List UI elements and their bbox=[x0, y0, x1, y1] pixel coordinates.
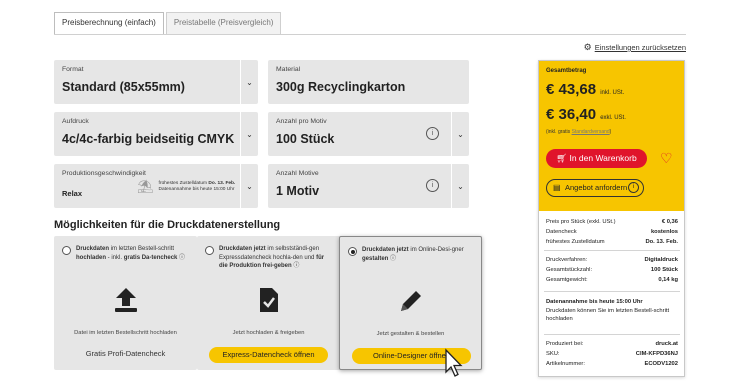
produktion-label: Produktionsgeschwindigkeit bbox=[62, 170, 146, 177]
gear-icon: ⚙ bbox=[583, 42, 592, 52]
chevron-down-icon: ⌄ bbox=[451, 164, 469, 208]
express-datencheck-button[interactable]: Express-Datencheck öffnen bbox=[209, 347, 328, 363]
gesamtbetrag-label: Gesamtbetrag bbox=[546, 68, 587, 74]
divider bbox=[544, 250, 680, 251]
anzahl-motive-label: Anzahl Motive bbox=[276, 170, 319, 177]
shipping-note: (inkl. gratis Standardversand) bbox=[546, 129, 612, 135]
mouse-cursor-icon bbox=[444, 348, 464, 383]
tab-preistabelle[interactable]: Preistabelle (Preisvergleich) bbox=[165, 12, 282, 34]
radio-upload[interactable] bbox=[62, 246, 71, 255]
section-title: Möglichkeiten für die Druckdatenerstellu… bbox=[54, 219, 281, 231]
option-card-express[interactable]: Druckdaten jetzt im selbstständi-gen Exp… bbox=[197, 236, 340, 370]
reset-settings-label: Einstellungen zurücksetzen bbox=[594, 43, 686, 52]
option-description: Druckdaten jetzt im selbstständi-gen Exp… bbox=[219, 246, 325, 269]
heart-icon[interactable]: ♡ bbox=[660, 149, 673, 167]
option-caption: Jetzt gestalten & bestellen bbox=[376, 331, 445, 337]
chevron-down-icon: ⌄ bbox=[240, 112, 258, 156]
detail-row: Artikelnummer: ECODV1202 bbox=[546, 361, 678, 367]
article-details: Produziert bei: druck.at SKU: CIM-KFPD36NJ… bbox=[546, 339, 678, 369]
price-incl-vat: € 43,68 inkl. USt. bbox=[546, 81, 625, 98]
info-icon[interactable]: i bbox=[628, 182, 639, 193]
anzahl-pro-motiv-select[interactable]: Anzahl pro Motiv 100 Stück i ⌄ bbox=[268, 112, 469, 156]
price-details: Preis pro Stück (exkl. USt.) € 0,36 Daten… bbox=[546, 217, 678, 247]
detail-row: frühestes Zustelldatum Do. 13. Feb. bbox=[546, 239, 678, 245]
chevron-down-icon: ⌄ bbox=[240, 60, 258, 104]
material-value: 300g Recyclingkarton bbox=[276, 80, 406, 94]
anzahl-motive-value: 1 Motiv bbox=[276, 184, 320, 198]
detail-row: Produziert bei: druck.at bbox=[546, 341, 678, 347]
add-to-cart-button[interactable]: 🛒︎ In den Warenkorb bbox=[546, 149, 647, 168]
detail-row: Gesamtstückzahl: 100 Stück bbox=[546, 267, 678, 273]
upload-icon bbox=[54, 286, 197, 319]
option-caption: Jetzt hochladen & freigeben bbox=[232, 330, 305, 336]
reset-settings-link[interactable]: ⚙ Einstellungen zurücksetzen bbox=[584, 42, 686, 53]
info-icon[interactable]: ⓘ bbox=[179, 255, 185, 261]
delivery-cutoff: Datenannahme bis heute 15:00 Uhr bbox=[158, 187, 235, 192]
anzahl-pro-motiv-value: 100 Stück bbox=[276, 132, 335, 146]
option-description: Druckdaten im letzten Bestell-schritt ho… bbox=[76, 246, 186, 261]
option-footer: Gratis Profi-Datencheck bbox=[85, 349, 166, 358]
tab-divider bbox=[54, 34, 686, 35]
format-value: Standard (85x55mm) bbox=[62, 80, 185, 94]
tab-bar: Preisberechnung (einfach) Preistabelle (… bbox=[54, 12, 283, 35]
detail-row: SKU: CIM-KFPD36NJ bbox=[546, 351, 678, 357]
price-summary-panel: Gesamtbetrag € 43,68 inkl. USt. € 36,40 … bbox=[538, 60, 685, 377]
detail-row: Gesamtgewicht: 0,14 kg bbox=[546, 277, 678, 283]
file-check-icon bbox=[197, 286, 340, 319]
info-icon[interactable]: ⓘ bbox=[390, 256, 396, 262]
info-icon[interactable]: i bbox=[426, 127, 439, 140]
price-excl-vat: € 36,40 exkl. USt. bbox=[546, 106, 626, 123]
aufdruck-select[interactable]: Aufdruck 4c/4c-farbig beidseitig CMYK ⌄ bbox=[54, 112, 258, 156]
delivery-detail: ⛱ frühestes Zustelldatum Do. 13. Feb. Da… bbox=[137, 179, 235, 195]
document-icon: ▤ bbox=[553, 183, 561, 192]
request-offer-button[interactable]: ▤ Angebot anfordern i bbox=[546, 179, 644, 197]
detail-row: Preis pro Stück (exkl. USt.) € 0,36 bbox=[546, 219, 678, 225]
produktionsgeschwindigkeit-select[interactable]: Produktionsgeschwindigkeit Relax ⛱ frühe… bbox=[54, 164, 258, 208]
radio-express[interactable] bbox=[205, 246, 214, 255]
option-description: Druckdaten jetzt im Online-Desi-gner ges… bbox=[362, 247, 464, 262]
detail-row: Datencheck kostenlos bbox=[546, 229, 678, 235]
format-select[interactable]: Format Standard (85x55mm) ⌄ bbox=[54, 60, 258, 104]
produktion-value: Relax bbox=[62, 189, 83, 198]
material-select[interactable]: Material 300g Recyclingkarton bbox=[268, 60, 469, 104]
pencil-icon bbox=[340, 287, 481, 320]
info-icon[interactable]: i bbox=[426, 179, 439, 192]
material-label: Material bbox=[276, 66, 301, 73]
data-deadline-note: Datenannahme bis heute 15:00 Uhr Druckda… bbox=[546, 299, 670, 322]
chevron-down-icon: ⌄ bbox=[240, 164, 258, 208]
divider bbox=[544, 291, 680, 292]
chevron-down-icon: ⌄ bbox=[451, 112, 469, 156]
option-card-upload[interactable]: Druckdaten im letzten Bestell-schritt ho… bbox=[54, 236, 197, 370]
aufdruck-label: Aufdruck bbox=[62, 118, 89, 125]
radio-designer[interactable] bbox=[348, 247, 357, 256]
format-label: Format bbox=[62, 66, 84, 73]
standardversand-link[interactable]: Standardversand bbox=[572, 129, 610, 135]
option-caption: Datei im letzten Bestellschritt hochlade… bbox=[74, 330, 177, 336]
anzahl-motive-select[interactable]: Anzahl Motive 1 Motiv i ⌄ bbox=[268, 164, 469, 208]
detail-row: Druckverfahren: Digitaldruck bbox=[546, 257, 678, 263]
tab-preisberechnung[interactable]: Preisberechnung (einfach) bbox=[54, 12, 164, 35]
deckchair-icon: ⛱ bbox=[137, 179, 154, 194]
delivery-prefix: frühestes Zustelldatum bbox=[158, 181, 208, 186]
anzahl-pro-motiv-label: Anzahl pro Motiv bbox=[276, 118, 327, 125]
aufdruck-value: 4c/4c-farbig beidseitig CMYK bbox=[62, 132, 235, 146]
price-box: Gesamtbetrag € 43,68 inkl. USt. € 36,40 … bbox=[539, 61, 684, 211]
info-icon[interactable]: ⓘ bbox=[293, 263, 299, 269]
product-details: Druckverfahren: Digitaldruck Gesamtstückz… bbox=[546, 255, 678, 285]
cart-icon: 🛒︎ bbox=[556, 153, 568, 163]
divider bbox=[544, 334, 680, 335]
delivery-date: Do. 13. Feb. bbox=[208, 181, 236, 186]
